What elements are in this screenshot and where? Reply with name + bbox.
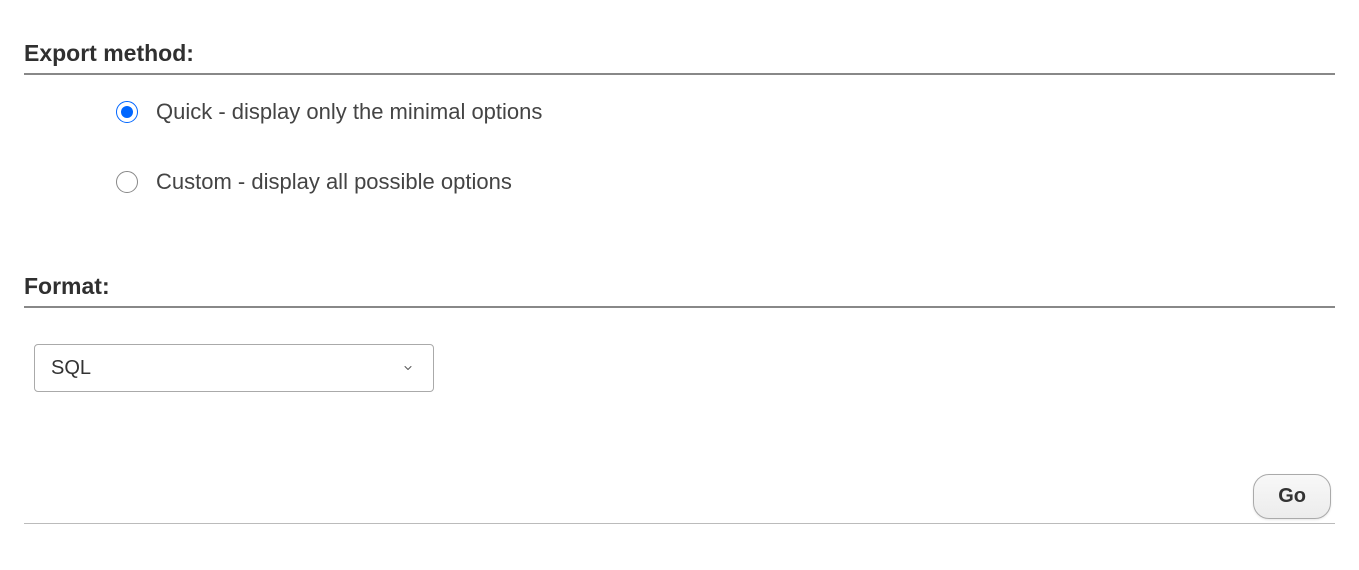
export-method-custom-label[interactable]: Custom - display all possible options bbox=[156, 169, 512, 195]
export-method-title: Export method: bbox=[24, 40, 1335, 75]
format-select[interactable]: SQL bbox=[34, 344, 434, 392]
export-method-quick-radio[interactable] bbox=[116, 101, 138, 123]
format-title: Format: bbox=[24, 273, 1335, 308]
go-button[interactable]: Go bbox=[1253, 474, 1331, 519]
export-method-radio-group: Quick - display only the minimal options… bbox=[24, 99, 1335, 239]
export-method-quick-label[interactable]: Quick - display only the minimal options bbox=[156, 99, 542, 125]
export-method-custom-radio[interactable] bbox=[116, 171, 138, 193]
